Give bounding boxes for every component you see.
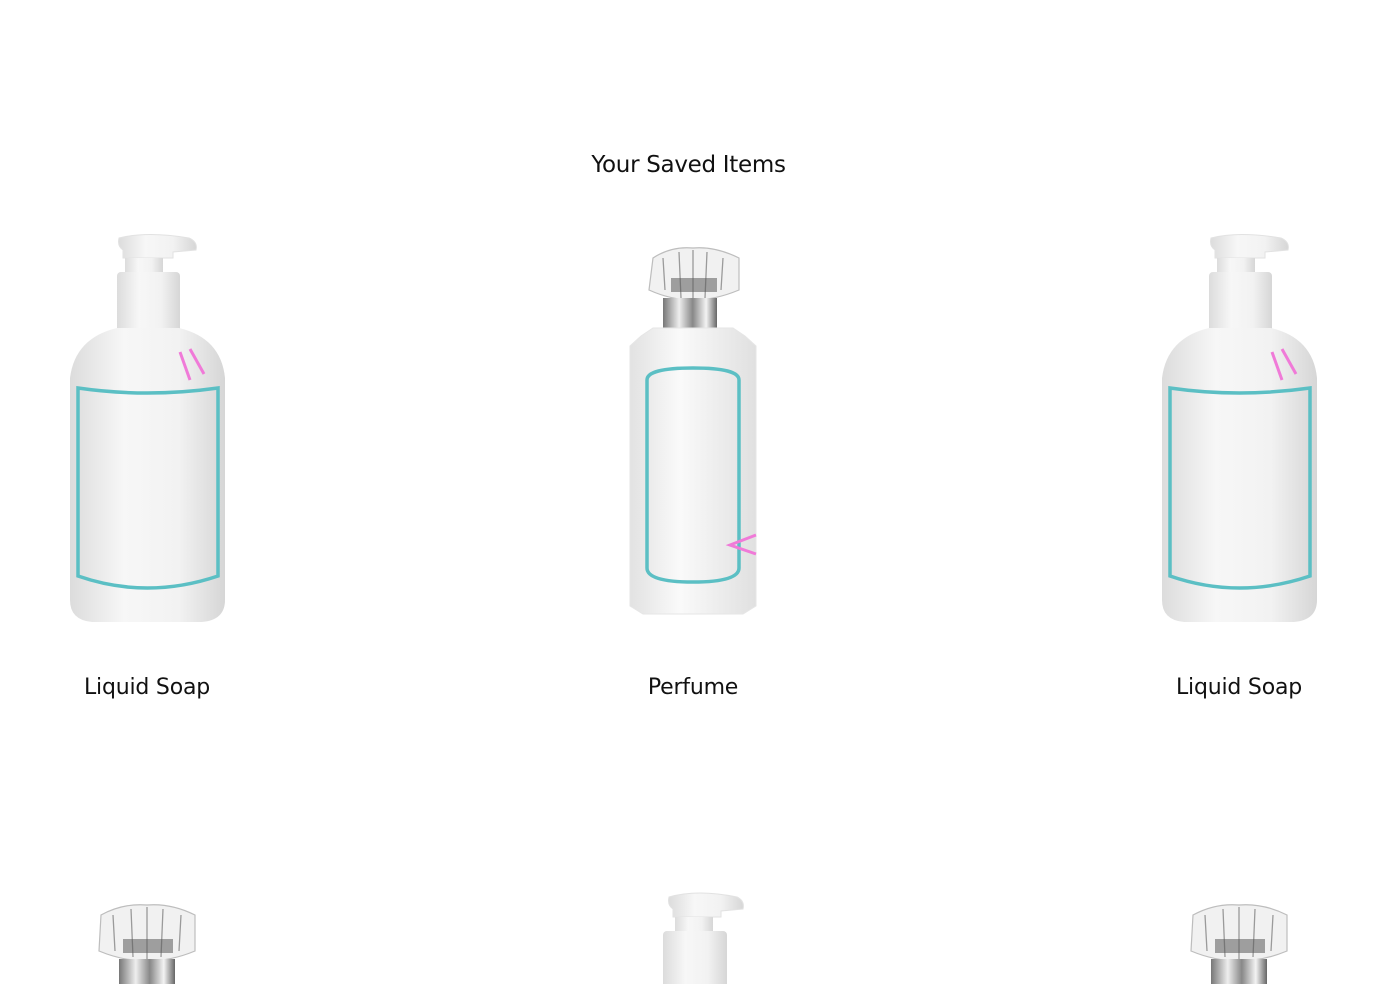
liquid-soap-bottle-image <box>70 234 225 622</box>
saved-item-name: Perfume <box>647 675 739 700</box>
saved-items-page: Your Saved Items Liquid Soap Perfume Liq… <box>0 0 1377 984</box>
liquid-soap-bottle-image <box>1162 234 1317 622</box>
perfume-bottle-image <box>629 247 757 615</box>
saved-item-card[interactable] <box>0 885 297 984</box>
saved-item-name: Liquid Soap <box>83 675 211 700</box>
saved-item-card[interactable] <box>543 885 843 984</box>
saved-item-card[interactable] <box>1089 885 1377 984</box>
page-title: Your Saved Items <box>591 152 786 178</box>
saved-item-card[interactable]: Liquid Soap <box>1089 228 1377 718</box>
perfume-bottle-image <box>1190 904 1288 984</box>
liquid-soap-bottle-image <box>663 892 744 984</box>
saved-item-card[interactable]: Perfume <box>543 228 843 718</box>
perfume-bottle-image <box>98 904 196 984</box>
saved-item-name: Liquid Soap <box>1175 675 1303 700</box>
saved-item-card[interactable]: Liquid Soap <box>0 228 297 718</box>
